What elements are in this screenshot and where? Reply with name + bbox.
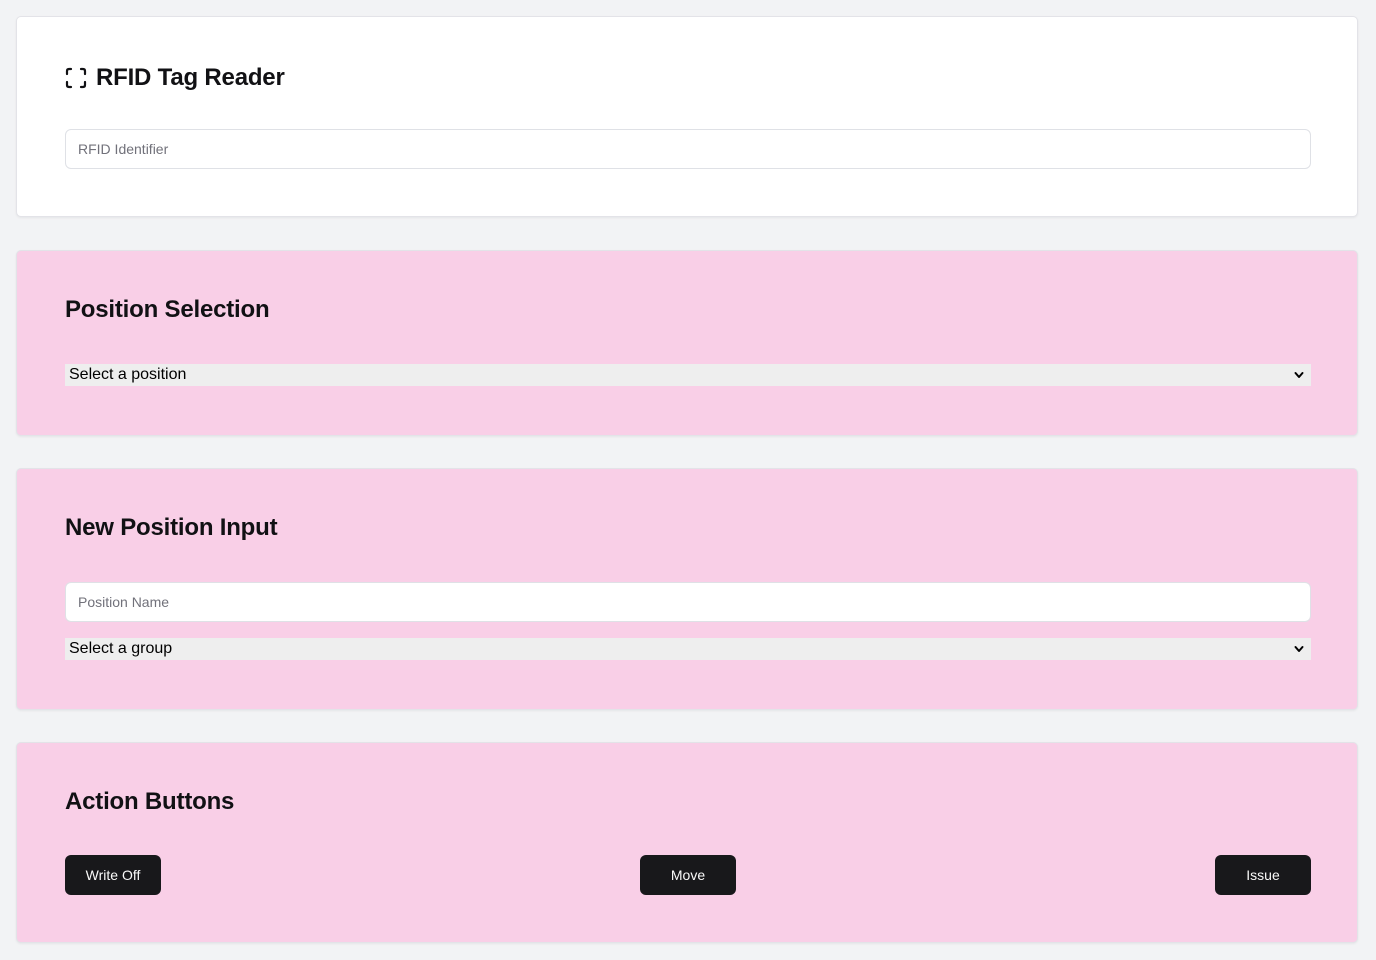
rfid-title-row: RFID Tag Reader bbox=[65, 63, 285, 93]
position-select[interactable]: Select a position bbox=[65, 364, 1311, 386]
new-position-card: New Position Input Select a group bbox=[16, 468, 1358, 710]
rfid-identifier-input[interactable] bbox=[65, 129, 1311, 169]
group-select[interactable]: Select a group bbox=[65, 638, 1311, 660]
issue-button[interactable]: Issue bbox=[1215, 855, 1311, 895]
position-name-input[interactable] bbox=[65, 582, 1311, 622]
position-selection-card: Position Selection Select a position bbox=[16, 250, 1358, 436]
rfid-title: RFID Tag Reader bbox=[96, 64, 285, 91]
action-buttons-title: Action Buttons bbox=[65, 788, 235, 815]
page: RFID Tag Reader Position Selection Selec… bbox=[0, 0, 1376, 960]
rfid-reader-card: RFID Tag Reader bbox=[16, 16, 1358, 217]
chevron-down-icon bbox=[1294, 372, 1304, 378]
position-selection-title: Position Selection bbox=[65, 296, 270, 323]
chevron-down-icon bbox=[1294, 646, 1304, 652]
scan-icon bbox=[65, 67, 87, 89]
action-buttons-card: Action Buttons Write Off Move Issue bbox=[16, 742, 1358, 943]
new-position-title: New Position Input bbox=[65, 514, 278, 541]
write-off-button[interactable]: Write Off bbox=[65, 855, 161, 895]
group-select-value: Select a group bbox=[69, 640, 173, 657]
move-button[interactable]: Move bbox=[640, 855, 736, 895]
position-select-value: Select a position bbox=[69, 366, 187, 383]
